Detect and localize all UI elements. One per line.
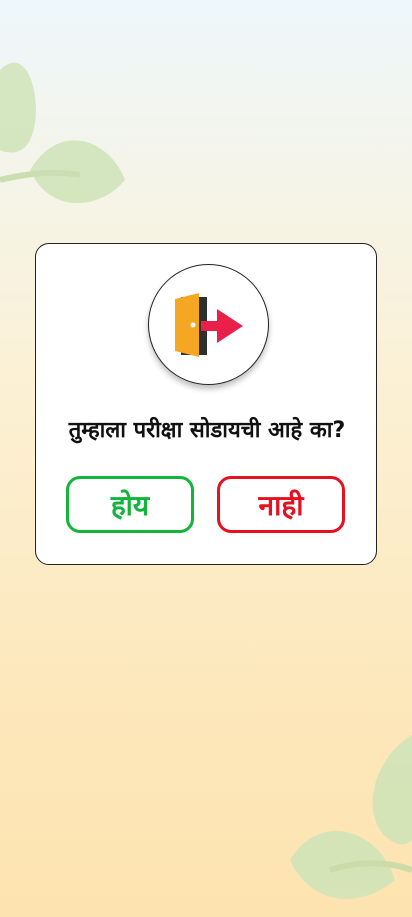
no-button[interactable]: नाही [217,476,345,533]
exit-exam-dialog: तुम्हाला परीक्षा सोडायची आहे का? होय नाह… [35,243,377,565]
yes-button[interactable]: होय [66,476,194,533]
exit-icon-badge [148,264,269,385]
exit-question-text: तुम्हाला परीक्षा सोडायची आहे का? [68,418,346,443]
exit-door-icon [174,292,243,357]
